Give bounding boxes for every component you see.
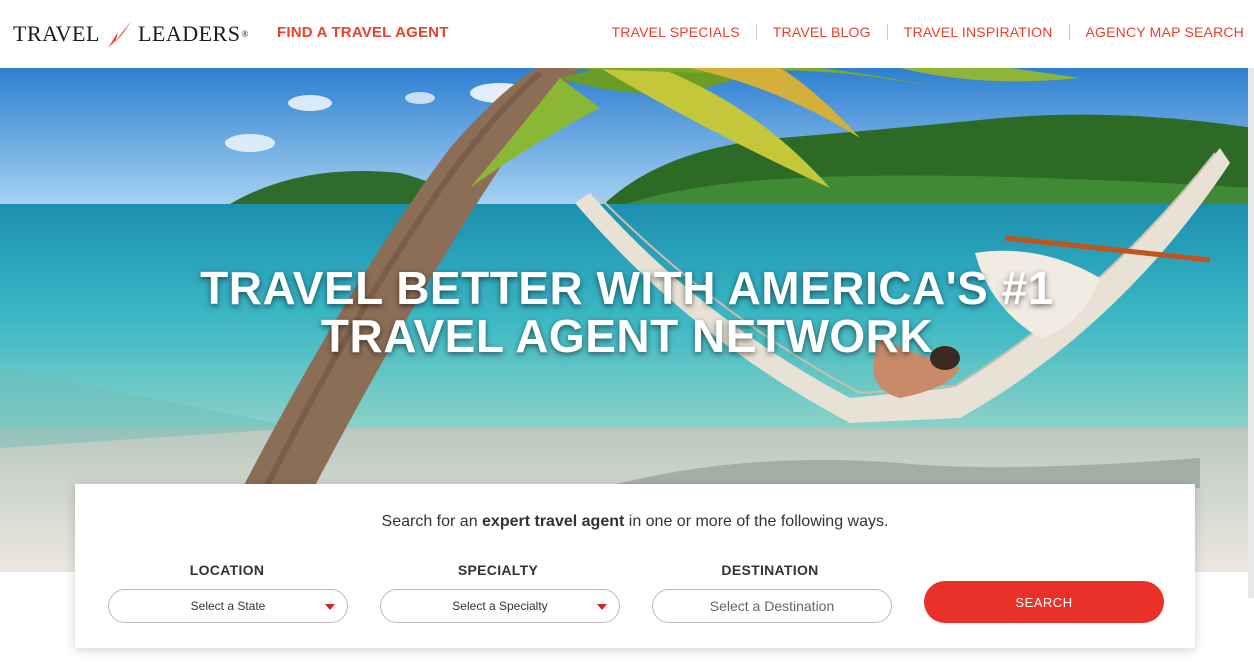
destination-label: DESTINATION <box>721 562 819 578</box>
specialty-select-value: Select a Specialty <box>452 599 548 613</box>
search-button[interactable]: SEARCH <box>924 581 1164 623</box>
nav-travel-inspiration[interactable]: TRAVEL INSPIRATION <box>904 24 1053 40</box>
location-select-value: Select a State <box>190 599 266 613</box>
nav-divider <box>755 24 757 40</box>
site-header: TRAVEL LEADERS ® FIND A TRAVEL AGENT TRA… <box>0 0 1254 68</box>
nav-travel-specials[interactable]: TRAVEL SPECIALS <box>612 24 740 40</box>
intro-prefix: Search for an <box>381 513 483 530</box>
dropdown-caret-icon <box>597 604 607 610</box>
main-nav: TRAVEL SPECIALS TRAVEL BLOG TRAVEL INSPI… <box>612 24 1244 40</box>
search-intro-text: Search for an expert travel agent in one… <box>75 513 1195 531</box>
travel-leaders-logo[interactable]: TRAVEL LEADERS ® <box>13 18 249 50</box>
hero-headline-line2: TRAVEL AGENT NETWORK <box>320 310 934 362</box>
intro-bold: expert travel agent <box>482 513 625 530</box>
location-select[interactable]: Select a State <box>108 589 348 623</box>
nav-travel-blog[interactable]: TRAVEL BLOG <box>773 24 871 40</box>
find-travel-agent-link[interactable]: FIND A TRAVEL AGENT <box>277 24 449 41</box>
logo-text-travel: TRAVEL <box>13 21 100 46</box>
scrollbar[interactable] <box>1248 68 1254 598</box>
logo-text-leaders: LEADERS <box>137 21 241 46</box>
specialty-label: SPECIALTY <box>457 562 539 578</box>
specialty-select[interactable]: Select a Specialty <box>380 589 620 623</box>
hero-headline-line1: TRAVEL BETTER WITH AMERICA'S #1 <box>200 262 1054 314</box>
nav-agency-map-search[interactable]: AGENCY MAP SEARCH <box>1086 24 1244 40</box>
hero-headline: TRAVEL BETTER WITH AMERICA'S #1 TRAVEL A… <box>0 264 1254 360</box>
nav-divider <box>1068 24 1070 40</box>
dropdown-caret-icon <box>325 604 335 610</box>
intro-suffix: in one or more of the following ways. <box>624 513 889 530</box>
location-label: LOCATION <box>189 562 265 578</box>
logo-arrow-icon <box>107 20 132 48</box>
nav-divider <box>886 24 888 40</box>
registered-mark: ® <box>241 29 249 39</box>
destination-input[interactable] <box>652 589 892 623</box>
agent-search-panel: Search for an expert travel agent in one… <box>75 484 1195 648</box>
